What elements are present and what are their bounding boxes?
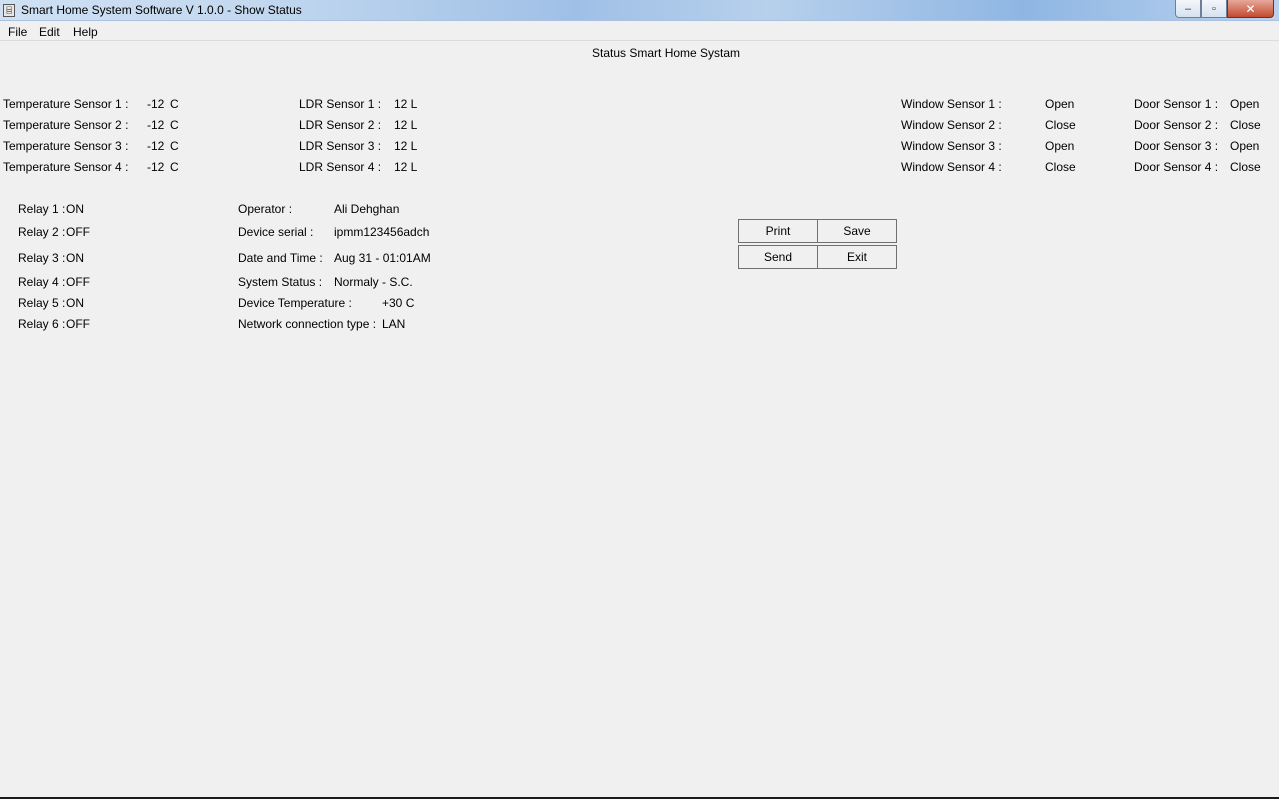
menu-bar: File Edit Help [0,22,1279,41]
maximize-button[interactable]: ▫ [1201,0,1227,18]
window-sensor-3-label: Window Sensor 3 : [901,139,1002,153]
relay-3-value: ON [66,251,84,265]
window-title: Smart Home System Software V 1.0.0 - Sho… [21,3,302,17]
device-temperature-value: +30 C [382,296,415,310]
window-sensor-2-value: Close [1045,118,1076,132]
ldr-sensor-4-label: LDR Sensor 4 : [299,160,382,174]
save-button[interactable]: Save [817,219,897,243]
relay-5-label: Relay 5 : [18,296,66,310]
temperature-sensor-3-value: -12 [147,139,165,153]
ldr-sensor-1-value: 12 L [394,97,418,111]
device-serial-value: ipmm123456adch [334,225,430,239]
temperature-sensor-1-value: -12 [147,97,165,111]
temperature-sensor-2-value: -12 [147,118,165,132]
ldr-sensor-2-label: LDR Sensor 2 : [299,118,382,132]
window-sensor-1-label: Window Sensor 1 : [901,97,1002,111]
door-sensor-2-label: Door Sensor 2 : [1134,118,1219,132]
menu-file[interactable]: File [8,25,27,39]
ldr-sensor-3-value: 12 L [394,139,418,153]
relay-4-label: Relay 4 : [18,275,66,289]
system-status-value: Normaly - S.C. [334,275,413,289]
window-sensor-3-value: Open [1045,139,1075,153]
relay-4-value: OFF [66,275,90,289]
ldr-sensor-4-value: 12 L [394,160,418,174]
door-sensor-4-value: Close [1230,160,1261,174]
close-button[interactable]: ✕ [1227,0,1274,18]
door-sensor-2-value: Close [1230,118,1261,132]
door-sensor-3-label: Door Sensor 3 : [1134,139,1219,153]
relay-5-value: ON [66,296,84,310]
window-sensor-4-value: Close [1045,160,1076,174]
window-sensor-4-label: Window Sensor 4 : [901,160,1002,174]
date-time-label: Date and Time : [238,251,323,265]
relay-6-value: OFF [66,317,90,331]
network-type-value: LAN [382,317,406,331]
ldr-sensor-3-label: LDR Sensor 3 : [299,139,382,153]
date-time-value: Aug 31 - 01:01AM [334,251,431,265]
relay-1-label: Relay 1 : [18,202,66,216]
operator-value: Ali Dehghan [334,202,400,216]
temperature-sensor-2-label: Temperature Sensor 2 : [3,118,129,132]
network-type-label: Network connection type : [238,317,377,331]
window-sensor-1-value: Open [1045,97,1075,111]
ldr-sensor-1-label: LDR Sensor 1 : [299,97,382,111]
ldr-sensor-2-value: 12 L [394,118,418,132]
title-bar: ⌸ Smart Home System Software V 1.0.0 - S… [0,0,1279,21]
temperature-sensor-4-value: -12 [147,160,165,174]
relay-6-label: Relay 6 : [18,317,66,331]
temperature-sensor-2-unit: C [170,118,179,132]
menu-help[interactable]: Help [73,25,98,39]
temperature-sensor-3-label: Temperature Sensor 3 : [3,139,129,153]
system-status-label: System Status : [238,275,323,289]
device-serial-label: Device serial : [238,225,314,239]
door-sensor-4-label: Door Sensor 4 : [1134,160,1219,174]
temperature-sensor-4-unit: C [170,160,179,174]
minimize-button[interactable]: – [1175,0,1201,18]
relay-1-value: ON [66,202,84,216]
door-sensor-3-value: Open [1230,139,1260,153]
window-sensor-2-label: Window Sensor 2 : [901,118,1002,132]
operator-label: Operator : [238,202,293,216]
app-icon[interactable]: ⌸ [3,4,15,17]
send-button[interactable]: Send [738,245,818,269]
device-temperature-label: Device Temperature : [238,296,352,310]
exit-button[interactable]: Exit [817,245,897,269]
door-sensor-1-label: Door Sensor 1 : [1134,97,1219,111]
temperature-sensor-1-unit: C [170,97,179,111]
temperature-sensor-3-unit: C [170,139,179,153]
relay-2-value: OFF [66,225,90,239]
print-button[interactable]: Print [738,219,818,243]
temperature-sensor-4-label: Temperature Sensor 4 : [3,160,129,174]
relay-3-label: Relay 3 : [18,251,66,265]
page-title: Status Smart Home Systam [592,46,741,60]
menu-edit[interactable]: Edit [39,25,60,39]
temperature-sensor-1-label: Temperature Sensor 1 : [3,97,129,111]
door-sensor-1-value: Open [1230,97,1260,111]
relay-2-label: Relay 2 : [18,225,66,239]
